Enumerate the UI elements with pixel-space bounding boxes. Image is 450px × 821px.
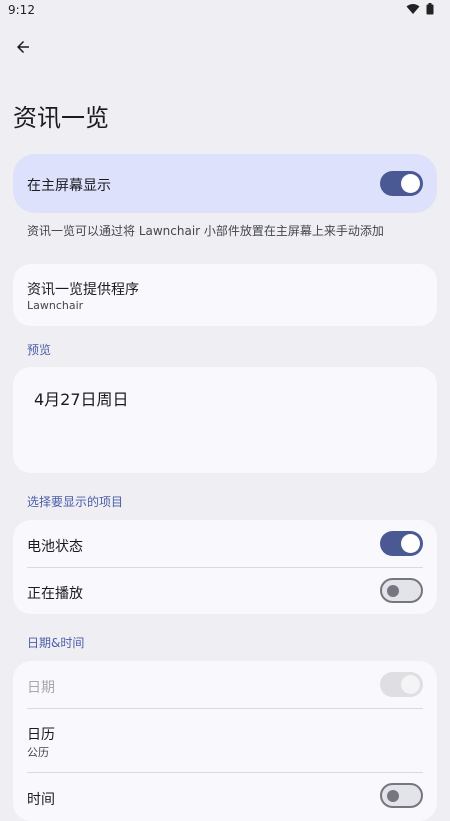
status-icons — [406, 3, 434, 15]
wifi-icon — [406, 4, 420, 14]
date-label: 日期 — [27, 680, 55, 696]
battery-icon — [426, 3, 434, 15]
now-playing-toggle[interactable] — [380, 578, 423, 603]
back-arrow-icon — [17, 41, 29, 53]
calendar-value: 公历 — [27, 746, 49, 759]
show-on-home-row[interactable]: 在主屏幕显示 — [13, 154, 437, 213]
time-toggle[interactable] — [380, 783, 423, 808]
status-time: 9:12 — [8, 3, 35, 17]
item-row-battery[interactable]: 电池状态 — [13, 520, 437, 567]
back-button[interactable] — [12, 36, 34, 58]
calendar-row[interactable]: 日历 公历 — [13, 708, 437, 772]
item-label-battery: 电池状态 — [27, 539, 83, 555]
datetime-card: 日期 日历 公历 时间 — [13, 661, 437, 821]
page-title: 资讯一览 — [13, 104, 109, 132]
date-toggle — [380, 672, 423, 697]
calendar-label: 日历 — [27, 727, 55, 743]
provider-label: 资讯一览提供程序 — [27, 282, 139, 298]
item-label-now-playing: 正在播放 — [27, 586, 83, 602]
date-row: 日期 — [13, 661, 437, 708]
item-row-now-playing[interactable]: 正在播放 — [13, 567, 437, 614]
items-card: 电池状态 正在播放 — [13, 520, 437, 614]
helper-text: 资讯一览可以通过将 Lawnchair 小部件放置在主屏幕上来手动添加 — [27, 224, 384, 238]
battery-toggle[interactable] — [380, 531, 423, 556]
datetime-section-header: 日期&时间 — [27, 636, 85, 650]
provider-value: Lawnchair — [27, 299, 84, 312]
preview-section-header: 预览 — [27, 343, 52, 357]
show-on-home-label: 在主屏幕显示 — [27, 178, 111, 194]
preview-date: 4月27日周日 — [34, 390, 129, 409]
items-section-header: 选择要显示的项目 — [27, 495, 124, 509]
show-on-home-toggle[interactable] — [380, 171, 423, 196]
time-row[interactable]: 时间 — [13, 772, 437, 821]
preview-card: 4月27日周日 — [13, 367, 437, 473]
time-label: 时间 — [27, 792, 55, 808]
provider-row[interactable]: 资讯一览提供程序 Lawnchair — [13, 264, 437, 326]
